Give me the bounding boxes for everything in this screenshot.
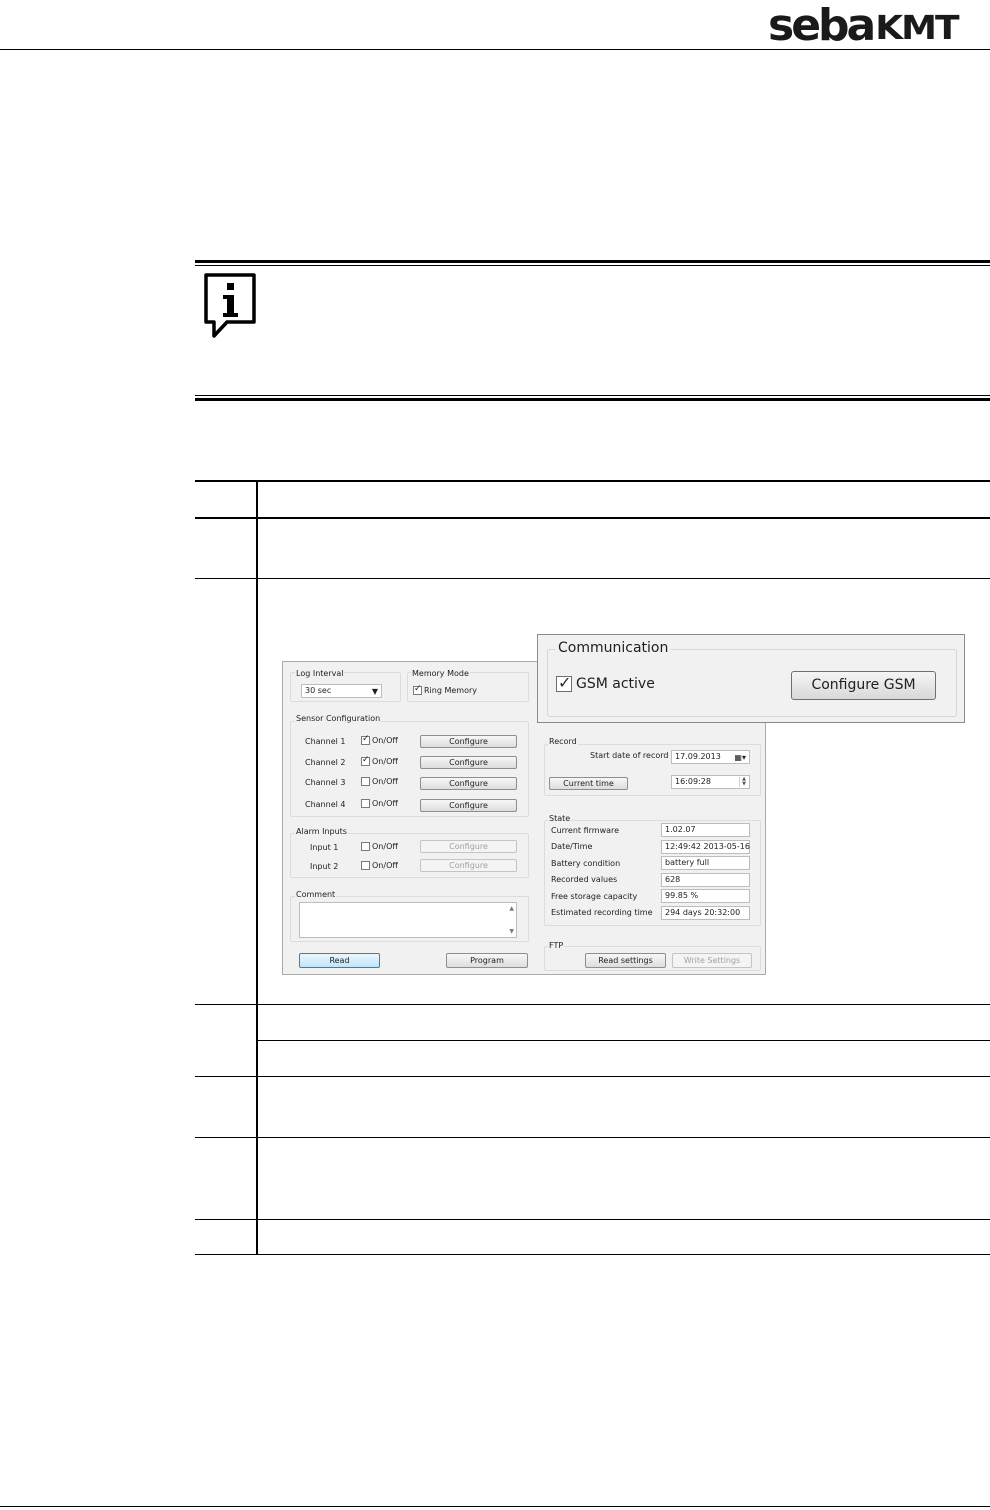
ftp-label: FTP [548, 941, 565, 951]
record-label: Record [548, 737, 578, 747]
header-rule [0, 49, 990, 50]
scroll-up-icon[interactable]: ▲ [509, 905, 514, 912]
write-settings-button[interactable]: Write Settings [672, 953, 752, 968]
start-date-value: 17.09.2013 [675, 752, 721, 761]
log-interval-select[interactable]: 30 sec ▼ [301, 684, 382, 698]
comment-textarea[interactable]: ▲ ▼ [299, 902, 517, 938]
gsm-active-checkbox[interactable] [556, 673, 572, 692]
state-row-value: 99.85 % [661, 889, 750, 903]
table-row-rule [195, 1004, 990, 1005]
channel-2-label: Channel 2 [305, 758, 346, 767]
state-row-value: battery full [661, 856, 750, 870]
state-row-label: Free storage capacity [551, 892, 638, 901]
channel-3-label: Channel 3 [305, 778, 346, 787]
state-row-label: Estimated recording time [551, 908, 653, 917]
channel-1-toggle-label: On/Off [372, 736, 398, 745]
state-row-label: Battery condition [551, 859, 621, 868]
time-value: 16:09:28 [675, 777, 711, 786]
channel-4-configure-button[interactable]: Configure [420, 799, 517, 812]
program-button[interactable]: Program [446, 953, 528, 968]
gsm-active-label: GSM active [576, 676, 655, 692]
dropdown-arrow-icon: ▼ [371, 687, 378, 696]
start-date-label: Start date of record [590, 751, 669, 760]
state-label: State [548, 814, 572, 824]
input-1-toggle-label: On/Off [372, 842, 398, 851]
input-1-checkbox[interactable] [361, 842, 370, 851]
table-row-rule [195, 1219, 990, 1220]
sensor-configuration-label: Sensor Configuration [295, 714, 382, 724]
channel-3-configure-button[interactable]: Configure [420, 777, 517, 790]
channel-4-toggle-label: On/Off [372, 799, 398, 808]
channel-4-label: Channel 4 [305, 800, 346, 809]
table-subrow-rule [257, 1040, 990, 1041]
input-2-checkbox[interactable] [361, 861, 370, 870]
time-spinner[interactable]: 16:09:28 ▲ ▼ [671, 775, 750, 789]
note-bottom-rule [195, 395, 990, 401]
table-row-rule [195, 1137, 990, 1138]
channel-1-label: Channel 1 [305, 737, 346, 746]
read-button[interactable]: Read [299, 953, 380, 968]
calendar-icon[interactable]: ▦▾ [734, 752, 746, 764]
input-1-label: Input 1 [310, 843, 339, 852]
spinner-arrows-icon[interactable]: ▲ ▼ [739, 777, 748, 787]
log-interval-label: Log Interval [295, 669, 345, 679]
ring-memory-label: Ring Memory [424, 686, 478, 695]
table-header-rule [195, 517, 990, 519]
state-row-label: Current firmware [551, 826, 620, 835]
state-row-value: 294 days 20:32:00 [661, 906, 750, 920]
read-settings-button[interactable]: Read settings [585, 953, 666, 968]
communication-label: Communication [555, 640, 672, 656]
table-row-rule [195, 1076, 990, 1077]
channel-2-checkbox[interactable] [361, 755, 370, 766]
table-column-rule [256, 480, 258, 1255]
info-icon [204, 273, 256, 338]
configure-gsm-button[interactable]: Configure GSM [791, 671, 936, 700]
channel-3-checkbox[interactable] [361, 777, 370, 786]
current-time-button[interactable]: Current time [549, 777, 628, 790]
logo-kmt: KMT [875, 9, 959, 48]
table-bottom-rule [195, 1254, 990, 1255]
state-row-value: 1.02.07 [661, 823, 750, 837]
input-1-configure-button[interactable]: Configure [420, 840, 517, 853]
log-interval-value: 30 sec [305, 686, 332, 695]
channel-1-checkbox[interactable] [361, 734, 370, 745]
sebakmt-logo: seba KMT [768, 0, 960, 51]
logo-seba: seba [768, 0, 876, 51]
input-2-label: Input 2 [310, 862, 339, 871]
state-row-label: Date/Time [551, 842, 593, 851]
state-row-value: 628 [661, 873, 750, 887]
table-top-rule [195, 480, 990, 482]
start-date-picker[interactable]: 17.09.2013 ▦▾ [671, 750, 750, 764]
ring-memory-checkbox[interactable] [413, 684, 422, 695]
input-2-toggle-label: On/Off [372, 861, 398, 870]
footer-rule [0, 1506, 990, 1507]
state-row-label: Recorded values [551, 875, 618, 884]
channel-4-checkbox[interactable] [361, 799, 370, 808]
scroll-down-icon[interactable]: ▼ [509, 928, 514, 935]
alarm-inputs-label: Alarm Inputs [295, 827, 348, 837]
state-row-value: 12:49:42 2013-05-16 [661, 840, 750, 854]
input-2-configure-button[interactable]: Configure [420, 859, 517, 872]
table-row-rule [195, 578, 990, 579]
memory-mode-label: Memory Mode [411, 669, 470, 679]
communication-panel: Communication GSM active Configure GSM [537, 634, 965, 723]
note-top-rule [195, 260, 990, 266]
channel-2-toggle-label: On/Off [372, 757, 398, 766]
channel-2-configure-button[interactable]: Configure [420, 756, 517, 769]
channel-1-configure-button[interactable]: Configure [420, 735, 517, 748]
comment-label: Comment [295, 890, 337, 900]
channel-3-toggle-label: On/Off [372, 777, 398, 786]
